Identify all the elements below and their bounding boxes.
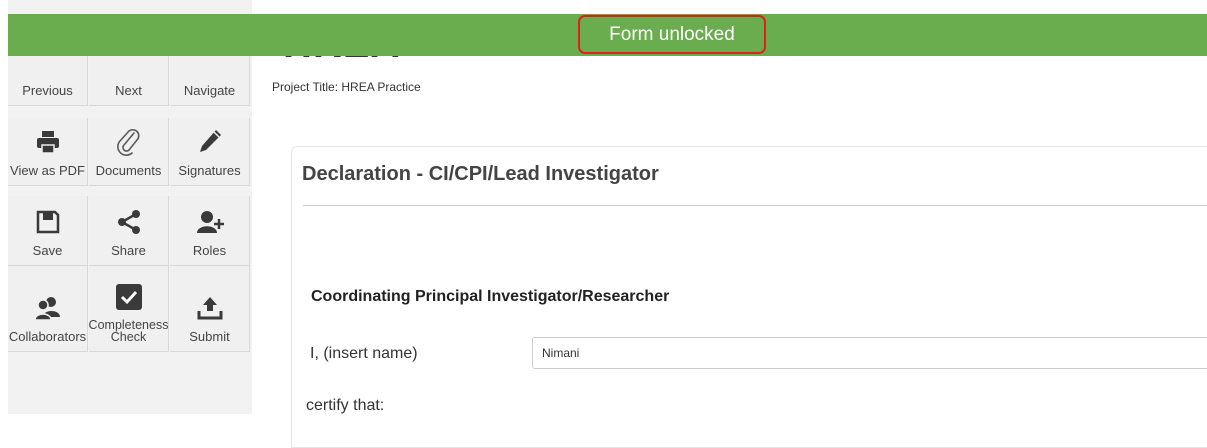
collaborators-button[interactable]: Collaborators bbox=[8, 266, 88, 352]
tile-label: Previous bbox=[22, 83, 73, 98]
tile-label: View as PDF bbox=[10, 163, 85, 178]
tile-label: Save bbox=[32, 243, 63, 258]
sidebar: Previous Next Navigate View as PDF Docum… bbox=[8, 0, 252, 414]
certify-text: certify that: bbox=[306, 397, 385, 414]
completeness-check-button[interactable]: Completeness Check bbox=[89, 266, 169, 352]
save-button[interactable]: Save bbox=[8, 196, 88, 266]
form-unlocked-message: Form unlocked bbox=[578, 15, 766, 54]
add-user-icon bbox=[194, 208, 226, 236]
save-icon bbox=[32, 208, 64, 236]
tile-label: Share bbox=[111, 243, 146, 258]
name-input[interactable] bbox=[532, 337, 1207, 369]
submit-button[interactable]: Submit bbox=[170, 266, 250, 352]
tile-label: Navigate bbox=[183, 83, 236, 98]
collaborators-icon bbox=[32, 294, 64, 322]
checkbox-icon bbox=[113, 283, 145, 311]
signatures-button[interactable]: Signatures bbox=[170, 118, 250, 186]
tile-label: Collaborators bbox=[8, 329, 87, 344]
name-label: I, (insert name) bbox=[310, 345, 418, 362]
tile-label: Next bbox=[115, 83, 142, 98]
project-title: Project Title: HREA Practice bbox=[272, 80, 421, 94]
share-button[interactable]: Share bbox=[89, 196, 169, 266]
card-title: Declaration - CI/CPI/Lead Investigator bbox=[302, 163, 659, 185]
divider bbox=[303, 205, 1207, 206]
roles-button[interactable]: Roles bbox=[170, 196, 250, 266]
upload-icon bbox=[194, 294, 226, 322]
tile-label: Roles bbox=[192, 243, 227, 258]
section-title: Coordinating Principal Investigator/Rese… bbox=[311, 288, 670, 305]
tile-label: Documents bbox=[95, 163, 162, 178]
view-as-pdf-button[interactable]: View as PDF bbox=[8, 118, 88, 186]
tile-label: Signatures bbox=[178, 163, 241, 178]
documents-button[interactable]: Documents bbox=[89, 118, 169, 186]
pencil-icon bbox=[194, 128, 226, 156]
printer-icon bbox=[32, 128, 64, 156]
paperclip-icon bbox=[113, 128, 145, 156]
tile-label: Submit bbox=[189, 329, 230, 344]
tile-label: Completeness Check bbox=[88, 318, 169, 344]
share-icon bbox=[113, 208, 145, 236]
